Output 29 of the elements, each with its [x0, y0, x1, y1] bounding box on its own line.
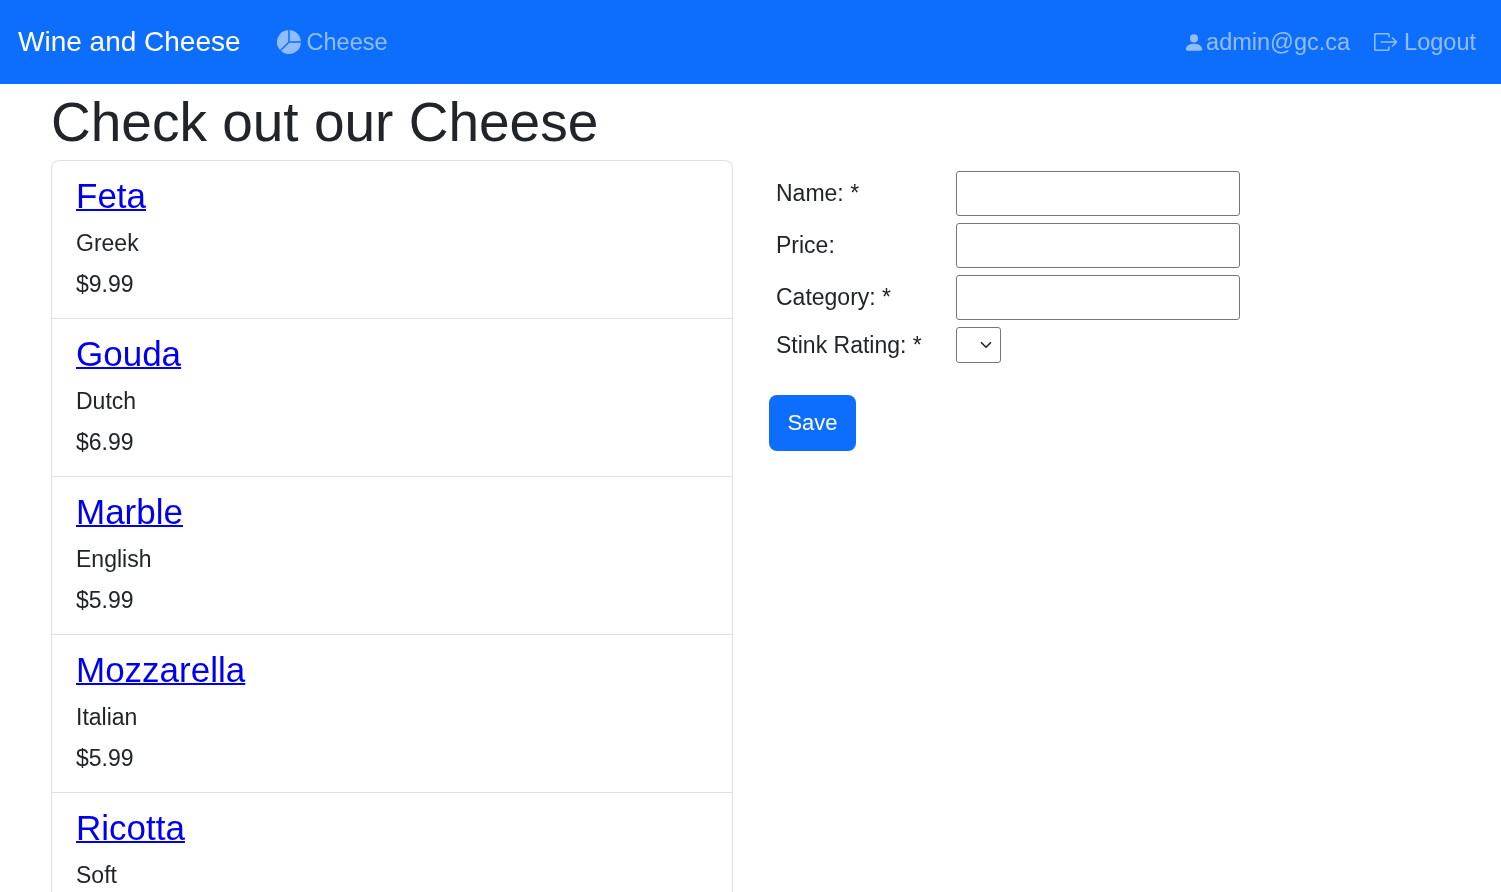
pie-chart-icon [276, 30, 301, 54]
person-icon [1185, 32, 1204, 52]
cheese-category: Dutch [76, 388, 137, 414]
cheese-price: $9.99 [76, 271, 134, 297]
cheese-name-link[interactable]: Gouda [76, 333, 182, 375]
save-button[interactable]: Save [769, 395, 856, 451]
field-label: Name: * [775, 180, 860, 207]
text-input-field[interactable] [956, 171, 1240, 216]
chevron-down-icon [980, 341, 992, 349]
field-label: Price: [775, 232, 835, 259]
cheese-category: Italian [76, 704, 138, 730]
cheese-category: English [76, 546, 152, 572]
field-label: Stink Rating: * [775, 331, 922, 359]
text-input-field[interactable] [956, 275, 1240, 320]
cheese-name-link[interactable]: Marble [76, 491, 183, 533]
cheese-name-link[interactable]: Ricotta [76, 807, 185, 849]
cheese-name-link[interactable]: Feta [76, 175, 147, 217]
page-heading: Check out our Cheese [51, 90, 599, 155]
text-input-field[interactable] [956, 223, 1240, 268]
brand-link[interactable]: Wine and Cheese [18, 26, 241, 58]
field-label: Category: * [775, 284, 892, 311]
exit-arrow-icon [1374, 33, 1399, 51]
cheese-price: $5.99 [76, 587, 134, 613]
dropdown-field[interactable] [956, 327, 1001, 363]
cheese-name-link[interactable]: Mozzarella [76, 649, 246, 691]
cheese-price: $5.99 [76, 745, 134, 771]
cheese-price: $6.99 [76, 429, 134, 455]
cheese-category: Soft [76, 862, 117, 888]
cheese-category: Greek [76, 230, 139, 256]
